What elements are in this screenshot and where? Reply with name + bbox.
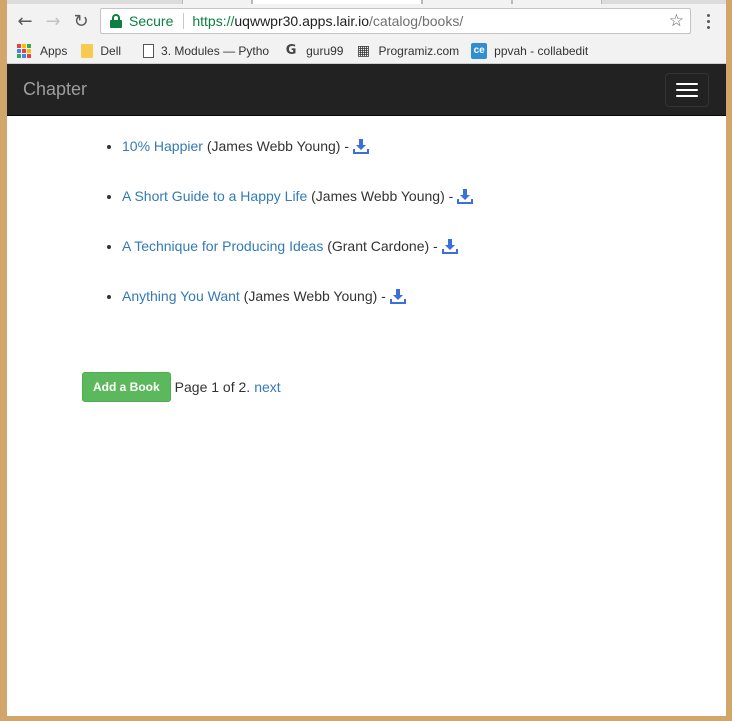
bookmark-label: ppvah - collabedit — [494, 43, 589, 58]
browser-window: ← → ↻ Secure https:// uqwwpr30.apps.lair… — [7, 0, 726, 716]
forward-arrow-icon[interactable]: → — [39, 7, 67, 35]
bookmark-programiz[interactable]: ▦ Programiz.com — [355, 43, 459, 59]
book-list: 10% Happier (James Webb Young) - A Short… — [122, 136, 474, 336]
book-link[interactable]: Anything You Want — [122, 288, 240, 304]
book-author: (James Webb Young) - — [239, 288, 390, 304]
programiz-icon: ▦ — [356, 42, 371, 59]
bookmark-label: Programiz.com — [378, 43, 460, 58]
bookmark-guru99[interactable]: G guru99 — [283, 42, 344, 59]
download-icon[interactable] — [352, 138, 369, 154]
book-author: (James Webb Young) - — [202, 138, 353, 154]
bookmark-label: Apps — [40, 43, 68, 58]
pagination: Add a Book Page 1 of 2. next — [82, 372, 281, 402]
bookmark-dell[interactable]: Dell — [81, 43, 121, 58]
navbar-brand[interactable]: Chapter — [23, 79, 87, 100]
book-link[interactable]: A Short Guide to a Happy Life — [122, 188, 307, 204]
address-separator — [183, 13, 185, 29]
list-item: A Technique for Producing Ideas (Grant C… — [122, 236, 473, 286]
folder-icon — [81, 44, 94, 58]
url-scheme: https:// — [192, 13, 235, 29]
bookmark-apps[interactable]: Apps — [17, 43, 67, 59]
next-page-link[interactable]: next — [254, 379, 280, 395]
back-arrow-icon[interactable]: ← — [11, 7, 39, 35]
hamburger-menu-icon[interactable] — [665, 73, 709, 107]
bookmark-label: guru99 — [306, 43, 344, 58]
reload-icon[interactable]: ↻ — [67, 7, 95, 35]
bookmark-star-icon[interactable]: ☆ — [669, 11, 684, 31]
document-icon — [143, 43, 155, 58]
download-icon[interactable] — [389, 288, 406, 304]
browser-menu-icon[interactable] — [701, 8, 715, 34]
download-icon[interactable] — [457, 188, 474, 204]
download-icon[interactable] — [441, 238, 458, 254]
address-bar[interactable]: Secure https:// uqwwpr30.apps.lair.io /c… — [100, 8, 691, 34]
book-link[interactable]: A Technique for Producing Ideas — [122, 238, 323, 254]
list-item: 10% Happier (James Webb Young) - — [122, 136, 473, 186]
lock-icon — [109, 14, 123, 28]
site-navbar: Chapter — [7, 64, 726, 116]
guru99-icon: G — [285, 42, 297, 58]
url-path: /catalog/books/ — [369, 13, 464, 29]
secure-label: Secure — [129, 13, 174, 29]
url-host: uqwwpr30.apps.lair.io — [234, 13, 370, 29]
book-link[interactable]: 10% Happier — [122, 138, 203, 154]
book-author: (James Webb Young) - — [307, 188, 458, 204]
browser-toolbar: ← → ↻ Secure https:// uqwwpr30.apps.lair… — [7, 4, 726, 38]
bookmark-label: Dell — [100, 43, 122, 58]
list-item: Anything You Want (James Webb Young) - — [122, 286, 473, 336]
add-book-button[interactable]: Add a Book — [82, 372, 171, 402]
collabedit-icon: ce — [471, 42, 488, 59]
bookmark-collabedit[interactable]: ce ppvah - collabedit — [471, 42, 589, 59]
page-indicator: Page 1 of 2. — [174, 379, 251, 395]
book-author: (Grant Cardone) - — [323, 238, 442, 254]
bookmark-label: 3. Modules — Pytho — [161, 43, 270, 58]
bookmark-python-modules[interactable]: 3. Modules — Pytho — [143, 43, 270, 58]
bookmarks-bar: Apps Dell 3. Modules — Pytho G guru99 ▦ … — [7, 38, 726, 64]
apps-grid-icon — [17, 43, 33, 59]
list-item: A Short Guide to a Happy Life (James Web… — [122, 186, 474, 236]
